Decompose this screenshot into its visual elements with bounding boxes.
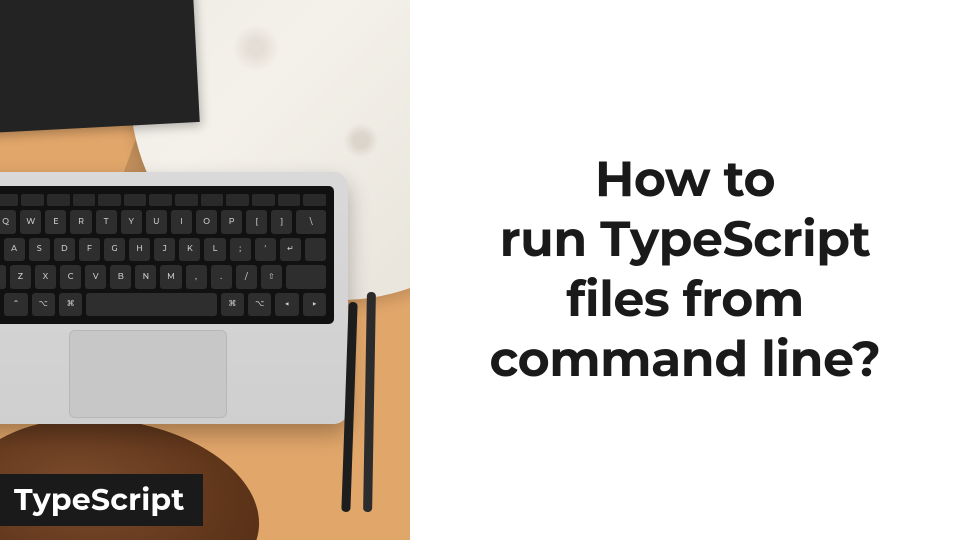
keyboard-fn-row bbox=[0, 194, 326, 206]
title-line: run TypeScript bbox=[500, 210, 871, 269]
thumbnail-card: ⇥QWERTYUIOP[]\ ⇪ASDFGHJKL;'↵ ⇧ZXCVBNM,./… bbox=[0, 0, 960, 540]
keyboard-row-1: ⇥QWERTYUIOP[]\ bbox=[0, 210, 326, 234]
keyboard-row-4: fn⌃⌥⌘⌘⌥◀▶ bbox=[0, 293, 326, 317]
keyboard-row-2: ⇪ASDFGHJKL;'↵ bbox=[0, 238, 326, 262]
laptop-keyboard: ⇥QWERTYUIOP[]\ ⇪ASDFGHJKL;'↵ ⇧ZXCVBNM,./… bbox=[0, 186, 334, 324]
black-notebook bbox=[0, 0, 200, 134]
page-title: How to run TypeScript files from command… bbox=[490, 150, 881, 389]
pen-2 bbox=[363, 292, 376, 512]
title-panel: How to run TypeScript files from command… bbox=[410, 0, 960, 540]
photo-panel: ⇥QWERTYUIOP[]\ ⇪ASDFGHJKL;'↵ ⇧ZXCVBNM,./… bbox=[0, 0, 410, 540]
title-line: command line? bbox=[490, 330, 881, 389]
category-tag: TypeScript bbox=[0, 474, 203, 526]
title-line: files from bbox=[566, 270, 804, 329]
laptop: ⇥QWERTYUIOP[]\ ⇪ASDFGHJKL;'↵ ⇧ZXCVBNM,./… bbox=[0, 172, 348, 424]
laptop-trackpad bbox=[69, 330, 227, 418]
title-line: How to bbox=[595, 150, 775, 209]
keyboard-row-3: ⇧ZXCVBNM,./⇧ bbox=[0, 265, 326, 289]
